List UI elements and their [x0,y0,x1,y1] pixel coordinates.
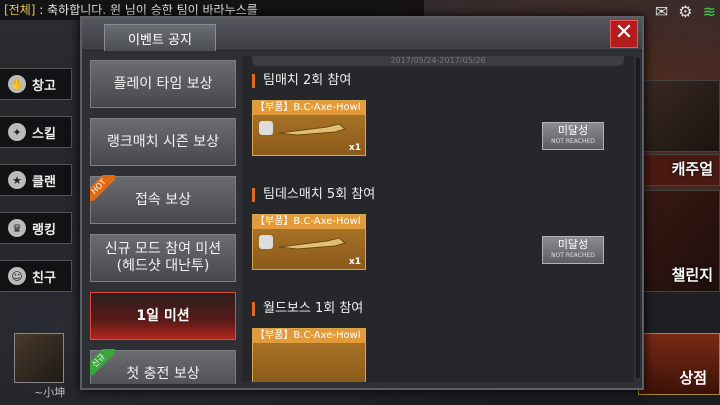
scrollbar[interactable] [636,58,640,378]
hot-badge: HOT [90,175,115,201]
scene-card[interactable] [638,80,720,152]
modal-title: 이벤트 공지 [104,24,216,51]
reward-item[interactable]: 【부품】B.C-Axe-Howl [252,328,366,382]
event-notice-modal: 이벤트 공지 ✕ 플레이 타임 보상 랭크매치 시즌 보상 HOT 접속 보상 … [80,16,644,390]
username: ~小坤 [34,386,66,399]
event-tab-list: 플레이 타임 보상 랭크매치 시즌 보상 HOT 접속 보상 신규 모드 참여 … [90,60,236,384]
sidebar-item-label: 클랜 [32,174,56,190]
tab-playtime-reward[interactable]: 플레이 타임 보상 [90,60,236,108]
puzzle-piece-icon [259,235,273,249]
puzzle-piece-icon [259,121,273,135]
sidebar-item-skill[interactable]: ✦ 스킬 [0,116,72,148]
tab-label: 신규 모드 참여 미션 (헤드샷 대난투) [104,241,222,274]
tab-rankmatch-season-reward[interactable]: 랭크매치 시즌 보상 [90,118,236,166]
sidebar-item-label: 친구 [32,270,56,286]
reward-item[interactable]: 【부품】B.C-Axe-Howl x1 [252,100,366,156]
reward-item[interactable]: 【부품】B.C-Axe-Howl x1 [252,214,366,270]
weapon-icon [278,123,347,136]
chat-message: : 축하합니다. 윈 님이 승한 팀이 바라누스를 [35,3,258,17]
reward-name: 【부품】B.C-Axe-Howl [253,215,365,229]
new-badge: 신규 [90,349,115,375]
mission-title: 팀데스매치 5회 참여 [252,188,375,202]
status-badge: 미달성 NOT REACHED [542,122,604,150]
challenge-mode-card[interactable]: 챌린지 [638,190,720,292]
hand-icon: ✋ [8,75,26,93]
tab-label: 랭크매치 시즌 보상 [107,133,219,150]
casual-mode-card[interactable]: 캐주얼 [638,154,720,186]
chat-channel-tag: [전체] [4,3,36,17]
sidebar-item-clan[interactable]: ★ 클랜 [0,164,72,196]
tab-label: 플레이 타임 보상 [113,75,213,92]
left-sidebar: ✋ 창고 ✦ 스킬 ★ 클랜 ♛ 랭킹 ☺ 친구 [0,68,72,308]
avatar[interactable] [14,333,64,383]
shop-button[interactable]: 상점 [638,333,720,395]
gear-icon[interactable]: ⚙ [678,2,692,21]
wifi-icon: ≋ [702,2,716,21]
close-button[interactable]: ✕ [610,20,638,48]
tab-login-reward[interactable]: HOT 접속 보상 [90,175,236,224]
reward-quantity: x1 [348,143,361,153]
mail-icon[interactable]: ✉ [655,2,668,21]
list-item: 월드보스 1회 참여 【부품】B.C-Axe-Howl [242,294,634,382]
event-date-range: 2017/05/24-2017/05/26 [252,56,624,66]
mission-list[interactable]: 2017/05/24-2017/05/26 팀매치 2회 참여 【부품】B.C-… [242,56,634,382]
sidebar-item-ranking[interactable]: ♛ 랭킹 [0,212,72,244]
status-icons: ✉ ⚙ ≋ [655,2,716,21]
clan-icon: ★ [8,171,26,189]
shop-label: 상점 [679,369,707,387]
tab-new-mode-mission[interactable]: 신규 모드 참여 미션 (헤드샷 대난투) [90,234,236,282]
sidebar-item-storage[interactable]: ✋ 창고 [0,68,72,100]
mission-title: 월드보스 1회 참여 [252,302,363,316]
skill-icon: ✦ [8,123,26,141]
weapon-icon [278,237,347,250]
list-item: 팀매치 2회 참여 【부품】B.C-Axe-Howl x1 미달성 NOT RE… [242,66,634,180]
status-badge: 미달성 NOT REACHED [542,236,604,264]
tab-first-charge-reward[interactable]: 신규 첫 충전 보상 [90,349,236,384]
sidebar-item-label: 스킬 [32,126,56,142]
tab-label: 접속 보상 [135,191,191,208]
casual-mode-label: 캐주얼 [671,160,713,178]
reward-name: 【부품】B.C-Axe-Howl [253,101,365,115]
sidebar-item-label: 창고 [32,78,56,94]
challenge-mode-label: 챌린지 [671,266,713,284]
close-icon: ✕ [614,20,634,45]
mission-title: 팀매치 2회 참여 [252,74,351,88]
trophy-icon: ♛ [8,219,26,237]
modal-header: 이벤트 공지 ✕ [82,18,642,51]
list-item: 팀데스매치 5회 참여 【부품】B.C-Axe-Howl x1 미달성 NOT … [242,180,634,294]
friends-icon: ☺ [8,267,26,285]
tab-label: 첫 충전 보상 [126,365,200,382]
sidebar-item-label: 랭킹 [32,222,56,238]
tab-daily-mission[interactable]: 1일 미션 [90,292,236,340]
tab-label: 1일 미션 [136,307,190,324]
reward-name: 【부품】B.C-Axe-Howl [253,329,365,343]
sidebar-item-friends[interactable]: ☺ 친구 [0,260,72,292]
reward-quantity: x1 [348,257,361,267]
